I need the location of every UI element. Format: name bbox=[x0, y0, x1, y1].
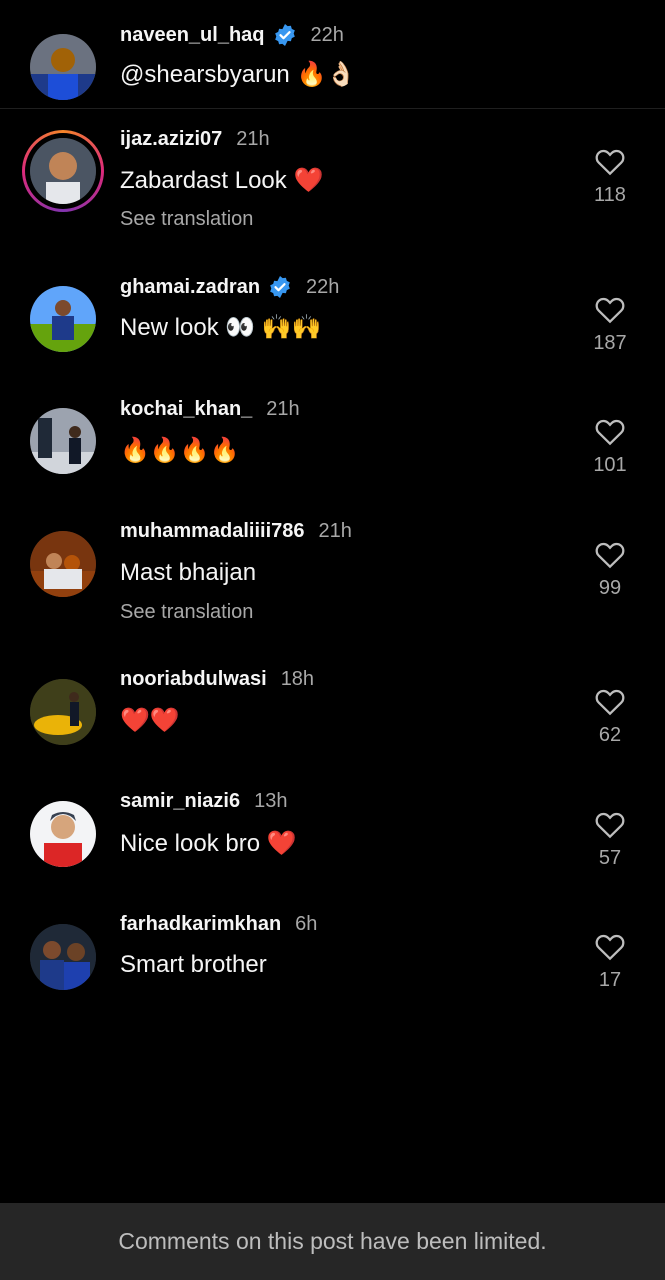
username[interactable]: naveen_ul_haq bbox=[120, 24, 265, 47]
username[interactable]: ghamai.zadran bbox=[120, 276, 260, 299]
username[interactable]: kochai_khan_ bbox=[120, 398, 252, 421]
heart-outline-icon bbox=[595, 812, 625, 839]
heart-outline-icon bbox=[595, 689, 625, 716]
username[interactable]: farhadkarimkhan bbox=[120, 913, 281, 936]
comment-text: New look 👀 🙌🙌 bbox=[120, 314, 322, 341]
comment-text: Mast bhaijan bbox=[120, 559, 257, 586]
like-button[interactable]: 118 bbox=[580, 146, 640, 207]
timestamp: 22h bbox=[306, 275, 340, 298]
see-translation-link[interactable]: See translation bbox=[120, 208, 253, 231]
like-count: 101 bbox=[593, 454, 627, 476]
timestamp: 18h bbox=[280, 668, 315, 690]
verified-badge-icon bbox=[270, 276, 290, 298]
comment-text: Nice look bro ❤️ bbox=[120, 830, 297, 857]
like-button[interactable]: 62 bbox=[580, 686, 640, 747]
timestamp: 21h bbox=[236, 128, 270, 150]
like-count: 62 bbox=[598, 724, 622, 746]
comment-text: Zabardast Look ❤️ bbox=[120, 167, 324, 194]
like-button[interactable]: 57 bbox=[580, 809, 640, 870]
like-count: 187 bbox=[593, 332, 627, 354]
avatar[interactable] bbox=[30, 924, 96, 990]
story-ring[interactable] bbox=[22, 130, 104, 212]
comment-text: Smart brother bbox=[120, 951, 267, 978]
timestamp: 21h bbox=[266, 398, 300, 420]
comments-limited-text: Comments on this post have been limited. bbox=[118, 1228, 547, 1254]
like-count: 118 bbox=[594, 184, 626, 206]
avatar[interactable] bbox=[30, 138, 96, 204]
avatar[interactable] bbox=[30, 408, 96, 474]
avatar[interactable] bbox=[30, 801, 96, 867]
heart-outline-icon bbox=[595, 934, 625, 961]
timestamp: 6h bbox=[295, 913, 318, 935]
avatar[interactable] bbox=[30, 679, 96, 745]
username[interactable]: samir_niazi6 bbox=[120, 790, 240, 813]
timestamp: 21h bbox=[318, 520, 352, 542]
heart-outline-icon bbox=[595, 297, 625, 324]
heart-outline-icon bbox=[595, 419, 625, 446]
avatar[interactable] bbox=[30, 34, 96, 100]
heart-outline-icon bbox=[595, 542, 625, 569]
timestamp: 22h bbox=[310, 23, 344, 46]
verified-badge-icon bbox=[274, 24, 295, 46]
comments-limited-banner: Comments on this post have been limited. bbox=[0, 1203, 665, 1280]
username[interactable]: nooriabdulwasi bbox=[120, 668, 267, 691]
timestamp: 13h bbox=[254, 790, 288, 812]
heart-outline-icon bbox=[595, 149, 625, 176]
caption-text: @shearsbyarun 🔥👌🏻 bbox=[120, 61, 357, 88]
like-button[interactable]: 187 bbox=[580, 294, 640, 355]
like-count: 99 bbox=[598, 577, 622, 599]
username[interactable]: muhammadaliiii786 bbox=[120, 520, 305, 543]
like-button[interactable]: 101 bbox=[580, 416, 640, 477]
avatar[interactable] bbox=[30, 286, 96, 352]
see-translation-link[interactable]: See translation bbox=[120, 601, 253, 624]
comment-text: ❤️❤️ bbox=[120, 707, 180, 734]
avatar[interactable] bbox=[30, 531, 96, 597]
comment-text: 🔥🔥🔥🔥 bbox=[120, 437, 240, 464]
like-count: 57 bbox=[598, 847, 622, 869]
post-caption: naveen_ul_haq 22h @shearsbyarun 🔥👌🏻 bbox=[0, 0, 665, 109]
username[interactable]: ijaz.azizi07 bbox=[120, 128, 222, 151]
like-count: 17 bbox=[598, 969, 622, 991]
caption-header: naveen_ul_haq 22h bbox=[120, 23, 344, 47]
like-button[interactable]: 99 bbox=[580, 539, 640, 600]
like-button[interactable]: 17 bbox=[580, 931, 640, 992]
